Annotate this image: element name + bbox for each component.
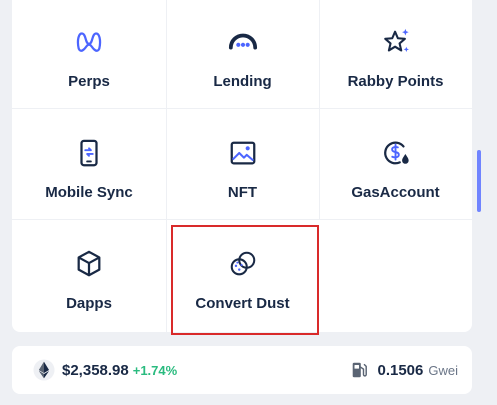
menu-item-lending[interactable]: Lending [166, 25, 319, 90]
eth-price: $2,358.98 [62, 361, 129, 379]
menu-item-label: Mobile Sync [45, 184, 133, 201]
menu-item-mobile-sync[interactable]: Mobile Sync [12, 136, 166, 201]
menu-item-convert-dust[interactable]: Convert Dust [166, 247, 319, 312]
menu-item-label: Convert Dust [195, 295, 290, 312]
menu-item-label: Perps [68, 73, 110, 90]
menu-item-nft[interactable]: NFT [166, 136, 319, 201]
menu-item-gas-account[interactable]: GasAccount [319, 136, 472, 201]
status-footer: $2,358.98 +1.74% 0.1506 Gwei [12, 346, 472, 394]
feature-grid: Perps Lending Rabby Points Mobile Sync N… [12, 0, 472, 332]
menu-item-label: Rabby Points [347, 73, 444, 90]
dapps-icon [72, 247, 106, 281]
mobile-sync-icon [72, 136, 106, 170]
grid-divider [12, 108, 472, 109]
grid-divider [12, 219, 472, 220]
menu-item-label: GasAccount [351, 184, 440, 201]
menu-item-label: Dapps [66, 295, 112, 312]
feature-panel: Perps Lending Rabby Points Mobile Sync N… [12, 0, 472, 332]
menu-item-dapps[interactable]: Dapps [12, 247, 166, 312]
gas-pump-icon [349, 360, 369, 380]
gas-account-icon [379, 136, 413, 170]
menu-item-perps[interactable]: Perps [12, 25, 166, 90]
nft-icon [226, 136, 260, 170]
eth-price-change: +1.74% [132, 362, 178, 378]
gas-unit: Gwei [428, 362, 458, 378]
gas-price: 0.1506 [377, 361, 424, 379]
ethereum-icon [32, 358, 56, 382]
lending-icon [226, 25, 260, 59]
scrollbar-thumb[interactable] [477, 150, 481, 212]
convert-dust-icon [226, 247, 260, 281]
perps-icon [72, 25, 106, 59]
menu-item-label: NFT [227, 184, 258, 201]
rabby-points-icon [379, 25, 413, 59]
menu-item-rabby-points[interactable]: Rabby Points [319, 25, 472, 90]
menu-item-label: Lending [213, 73, 272, 90]
